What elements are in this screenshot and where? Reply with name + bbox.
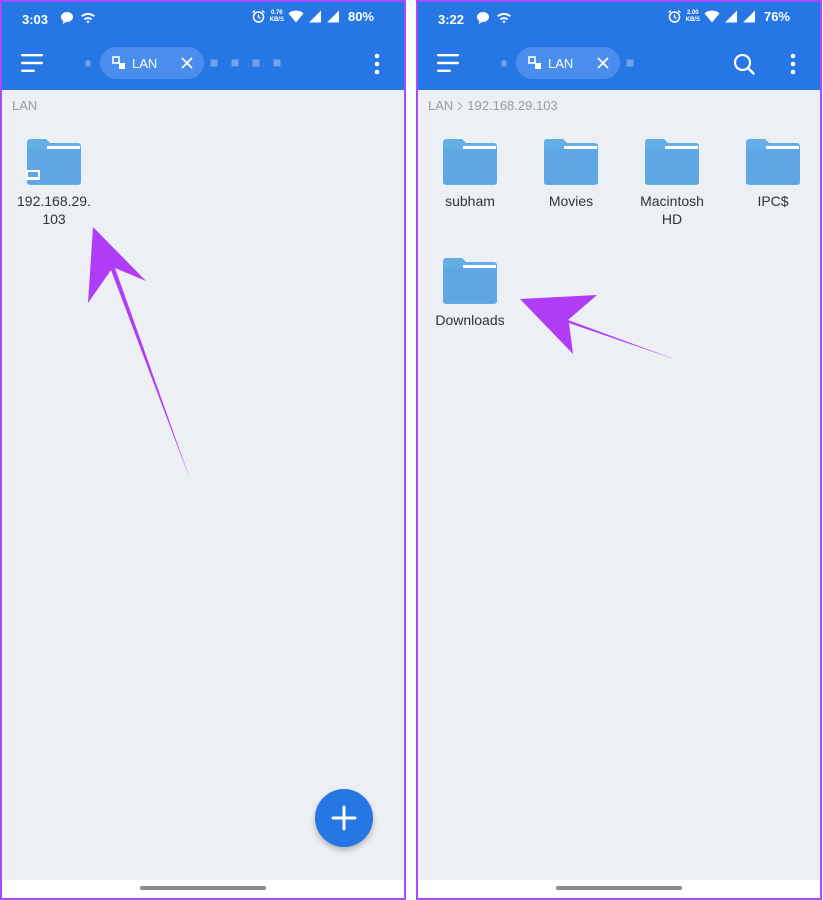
search-icon[interactable] xyxy=(732,52,756,76)
gesture-nav-bar xyxy=(2,880,404,898)
breadcrumb-root[interactable]: LAN xyxy=(428,98,453,113)
server-item[interactable]: 192.168.29. 103 xyxy=(6,138,102,228)
item-label: Macintosh HD xyxy=(640,193,704,227)
battery-percent: 80% xyxy=(347,9,374,24)
tab-label: LAN xyxy=(132,56,158,71)
folder-item-ipc[interactable]: IPC$ xyxy=(725,138,820,210)
wifi-signal-icon xyxy=(704,10,720,23)
wifi-icon xyxy=(497,12,511,24)
tab-dot-icon[interactable] xyxy=(273,59,281,67)
tab-lan[interactable]: LAN xyxy=(516,47,620,79)
breadcrumb: LAN 192.168.29.103 xyxy=(428,98,558,113)
status-time: 3:22 xyxy=(438,12,465,27)
folder-icon xyxy=(645,139,699,185)
gesture-nav-bar xyxy=(418,880,820,898)
more-vert-icon[interactable] xyxy=(788,52,798,76)
home-icon[interactable] xyxy=(500,59,508,67)
item-label: subham xyxy=(445,193,495,209)
phone-screen-right: 3:22 2.00 KB/S 76% LAN LAN 192.168.29.10… xyxy=(416,0,822,900)
wifi-signal-icon xyxy=(288,10,304,23)
chat-bubble-icon xyxy=(477,12,489,24)
close-icon[interactable] xyxy=(596,56,610,70)
folder-icon xyxy=(746,139,800,185)
plus-icon xyxy=(331,805,357,831)
network-speed: 2.00 KB/S xyxy=(685,9,700,23)
network-icon xyxy=(112,56,125,69)
app-bar: 3:22 2.00 KB/S 76% LAN xyxy=(418,2,820,90)
home-gesture-handle[interactable] xyxy=(140,886,266,890)
close-icon[interactable] xyxy=(180,56,194,70)
tab-dot-icon[interactable] xyxy=(626,59,634,67)
menu-icon[interactable] xyxy=(20,52,46,74)
add-button[interactable] xyxy=(315,789,373,847)
annotation-arrow xyxy=(520,295,677,360)
annotation-arrow xyxy=(88,227,191,482)
network-icon xyxy=(528,56,541,69)
folder-item-movies[interactable]: Movies xyxy=(523,138,619,210)
breadcrumb: LAN xyxy=(12,98,37,113)
battery-percent: 76% xyxy=(763,9,790,24)
tab-label: LAN xyxy=(548,56,574,71)
item-label: IPC$ xyxy=(757,193,789,209)
chevron-right-icon xyxy=(457,101,464,110)
menu-icon[interactable] xyxy=(436,52,462,74)
tab-dot-icon[interactable] xyxy=(210,59,218,67)
tab-dot-icon[interactable] xyxy=(231,59,239,67)
cell-signal-icon xyxy=(724,10,737,23)
app-bar: 3:03 0.76 KB/S 80% LAN xyxy=(2,2,404,90)
item-label: 192.168.29. 103 xyxy=(17,193,91,227)
wifi-icon xyxy=(81,12,95,24)
cell-signal-icon-2 xyxy=(742,10,755,23)
item-label: Downloads xyxy=(435,312,505,328)
tab-dot-icon[interactable] xyxy=(252,59,260,67)
folder-item-subham[interactable]: subham xyxy=(422,138,518,210)
cell-signal-icon-2 xyxy=(326,10,339,23)
tab-lan[interactable]: LAN xyxy=(100,47,204,79)
folder-icon xyxy=(443,258,497,304)
folder-icon xyxy=(544,139,598,185)
home-gesture-handle[interactable] xyxy=(556,886,682,890)
alarm-icon xyxy=(667,9,681,23)
toolbar: LAN xyxy=(418,42,820,84)
status-bar: 3:03 0.76 KB/S 80% xyxy=(2,2,404,36)
alarm-icon xyxy=(251,9,265,23)
network-folder-icon xyxy=(26,139,81,185)
folder-item-downloads[interactable]: Downloads xyxy=(422,257,518,329)
folder-item-macintosh-hd[interactable]: Macintosh HD xyxy=(624,138,720,228)
chat-bubble-icon xyxy=(61,12,73,24)
status-time: 3:03 xyxy=(22,12,49,27)
breadcrumb-current[interactable]: 192.168.29.103 xyxy=(467,98,557,113)
home-icon[interactable] xyxy=(84,59,92,67)
cell-signal-icon xyxy=(308,10,321,23)
breadcrumb-root[interactable]: LAN xyxy=(12,98,37,113)
phone-screen-left: 3:03 0.76 KB/S 80% LAN LAN 192.168.29. 1… xyxy=(0,0,406,900)
more-vert-icon[interactable] xyxy=(372,52,382,76)
status-bar: 3:22 2.00 KB/S 76% xyxy=(418,2,820,36)
network-speed: 0.76 KB/S xyxy=(269,9,284,23)
toolbar: LAN xyxy=(2,42,404,84)
item-label: Movies xyxy=(548,193,594,209)
folder-icon xyxy=(443,139,497,185)
